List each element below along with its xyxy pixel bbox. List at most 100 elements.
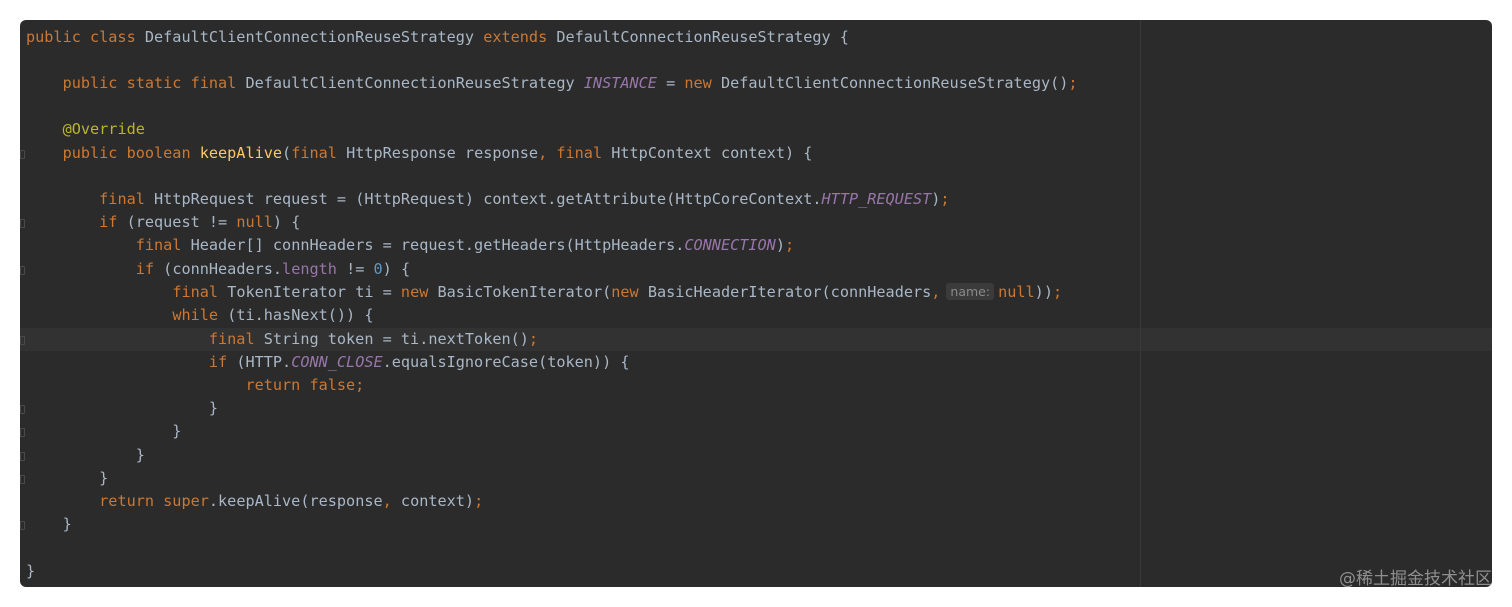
code-token: public boolean [62,144,200,162]
code-token: 0 [373,260,383,278]
code-token: .equalsIgnoreCase(token)) { [382,353,630,371]
code-token: ; [940,190,950,208]
code-line[interactable]: final Header[] connHeaders = request.get… [26,234,794,257]
code-token: DefaultClientConnectionReuseStrategy [245,74,584,92]
code-token: HttpContext context) { [611,144,813,162]
code-token: ; [1052,283,1063,301]
code-token: DefaultClientConnectionReuseStrategy() [720,74,1069,92]
code-token: HttpResponse response [346,144,539,162]
code-token: TokenIterator ti = [227,283,401,301]
code-token: final [172,283,228,301]
code-token: CONN_CLOSE [291,353,383,371]
code-token: return false; [245,376,365,394]
code-line[interactable]: if (HTTP.CONN_CLOSE.equalsIgnoreCase(tok… [26,351,630,374]
fold-marker-icon[interactable] [20,475,25,484]
code-token: null [998,283,1035,301]
code-token: final [208,330,264,348]
code-token: while [172,306,228,324]
code-token: new [400,283,438,301]
code-token: public class [26,28,145,46]
code-token: HttpRequest request = (HttpRequest) cont… [154,190,822,208]
parameter-hint: name: [946,283,995,300]
code-token: } [26,515,72,533]
code-token: (HTTP. [236,353,292,371]
code-token: ) [775,236,785,254]
code-line[interactable]: final TokenIterator ti = new BasicTokenI… [26,281,1062,304]
code-token: HTTP_REQUEST [821,190,932,208]
code-token: final [99,190,155,208]
code-line[interactable]: final String token = ti.nextToken(); [26,328,538,351]
code-token: != [336,260,374,278]
code-line[interactable]: public boolean keepAlive(final HttpRespo… [26,142,813,165]
code-token: ; [1068,74,1078,92]
code-line[interactable]: public class DefaultClientConnectionReus… [26,26,849,49]
code-token: ; [474,492,484,510]
fold-marker-icon[interactable] [20,150,25,159]
code-line[interactable]: @Override [26,118,145,141]
code-line[interactable]: } [26,513,72,536]
code-token: ) { [272,213,301,231]
code-line[interactable]: if (request != null) { [26,211,300,234]
code-token: } [26,446,145,464]
code-token: (ti.hasNext()) { [227,306,374,324]
code-token: context) [400,492,475,510]
code-token: } [26,562,36,580]
code-token: @Override [62,120,145,138]
code-token: , [382,492,401,510]
code-token: .keepAlive(response [208,492,383,510]
code-token: keepAlive [199,144,283,162]
code-token: final [135,236,191,254]
code-token: BasicTokenIterator( [437,283,612,301]
code-token: String token = ti.nextToken() [263,330,529,348]
code-line[interactable]: return false; [26,374,364,397]
code-token: = [656,74,685,92]
code-line[interactable]: final HttpRequest request = (HttpRequest… [26,188,950,211]
fold-marker-icon[interactable] [20,336,25,345]
code-token: DefaultClientConnectionReuseStrategy [144,28,484,46]
code-token: (request != [126,213,237,231]
code-token: length [282,260,337,278]
code-token: ; [528,330,539,348]
code-token: if [99,213,127,231]
code-line[interactable]: } [26,420,181,443]
code-line[interactable]: } [26,397,218,420]
code-line[interactable]: } [26,467,108,490]
fold-marker-icon[interactable] [20,405,25,414]
code-token: , [931,283,941,301]
code-token: BasicHeaderIterator(connHeaders [647,283,932,301]
code-token: } [26,469,109,487]
code-token: null [236,213,273,231]
fold-marker-icon[interactable] [20,219,25,228]
code-line[interactable]: } [26,444,145,467]
code-token: ; [784,236,795,254]
code-token: return super [99,492,209,510]
fold-marker-icon[interactable] [20,266,25,275]
code-token: new [684,74,721,92]
code-token: ( [282,144,292,162]
code-token: } [26,399,219,417]
code-token: if [208,353,237,371]
code-line[interactable]: if (connHeaders.length != 0) { [26,258,410,281]
code-line[interactable]: while (ti.hasNext()) { [26,304,374,327]
code-line[interactable]: return super.keepAlive(response, context… [26,490,483,513]
code-line[interactable]: } [26,560,35,583]
code-token: )) [1034,283,1053,301]
code-token: DefaultConnectionReuseStrategy { [556,28,849,46]
code-line[interactable]: public static final DefaultClientConnect… [26,72,1078,95]
code-token: Header[] connHeaders = request.getHeader… [190,236,685,254]
code-editor[interactable]: public class DefaultClientConnectionReus… [20,20,1492,587]
code-token: INSTANCE [583,74,657,92]
fold-marker-icon[interactable] [20,521,25,530]
fold-marker-icon[interactable] [20,452,25,461]
code-token: (connHeaders. [163,260,283,278]
fold-marker-icon[interactable] [20,428,25,437]
code-token: ) { [382,260,411,278]
